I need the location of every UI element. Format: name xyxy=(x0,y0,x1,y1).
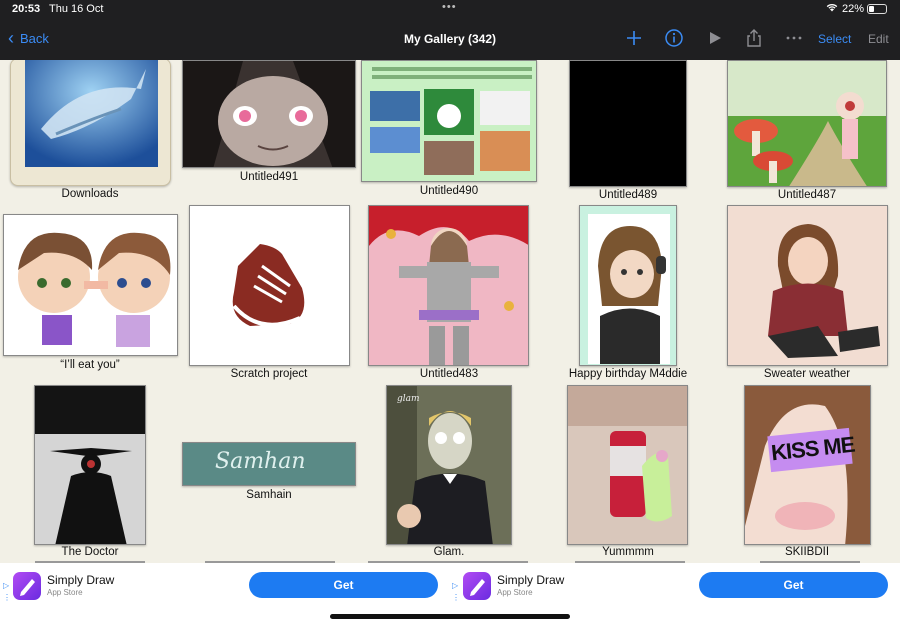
artwork-thumbnail xyxy=(727,205,888,366)
ad-choices-icon[interactable]: ▷ xyxy=(452,581,458,590)
artwork-thumbnail xyxy=(182,60,356,168)
artwork-thumbnail xyxy=(361,60,537,182)
back-label: Back xyxy=(20,31,49,46)
item-title: The Doctor xyxy=(61,546,119,558)
share-icon[interactable] xyxy=(744,28,764,48)
chevron-left-icon: ‹ xyxy=(8,28,14,48)
top-bar: 20:53 Thu 16 Oct ••• 22% ‹ Back My Galle… xyxy=(0,0,900,60)
ad-get-button[interactable]: Get xyxy=(249,572,438,598)
artwork-thumbnail xyxy=(567,385,688,545)
artwork-thumbnail xyxy=(368,205,529,366)
item-title: Sweater weather xyxy=(763,368,851,380)
ad-app-name[interactable]: Simply Draw xyxy=(47,573,114,587)
item-title: Downloads xyxy=(61,188,119,200)
folder-thumbnail xyxy=(10,60,171,186)
artwork-thumbnail xyxy=(3,214,178,356)
artwork-thumbnail xyxy=(579,205,677,366)
multitasking-dots[interactable]: ••• xyxy=(442,1,457,13)
item-title: Untitled487 xyxy=(777,189,837,201)
simply-draw-app-icon[interactable] xyxy=(13,572,41,600)
ad-choices-icon[interactable]: ▷ xyxy=(3,581,9,590)
page-title: My Gallery (342) xyxy=(403,32,497,46)
ad-store-label: App Store xyxy=(497,588,533,597)
item-title: Scratch project xyxy=(230,368,308,380)
item-title: Untitled489 xyxy=(598,189,658,201)
artwork-text: Samhan xyxy=(215,449,306,474)
item-title: Happy birthday M4ddie xyxy=(568,368,688,380)
item-title: “I’ll eat you” xyxy=(60,359,120,371)
artwork-thumbnail: KISS ME xyxy=(744,385,871,545)
battery-percent: 22% xyxy=(842,3,865,15)
ad-app-name[interactable]: Simply Draw xyxy=(497,573,564,587)
play-icon[interactable] xyxy=(705,28,725,48)
ad-get-button[interactable]: Get xyxy=(699,572,888,598)
edit-button[interactable]: Edit xyxy=(868,32,889,46)
artwork-thumbnail xyxy=(189,205,350,366)
status-date: Thu 16 Oct xyxy=(49,3,104,15)
item-title: Untitled491 xyxy=(239,171,299,183)
home-indicator[interactable] xyxy=(330,614,570,619)
item-title: Samhain xyxy=(246,489,292,501)
ad-info-dots-icon: ⋮ xyxy=(452,593,460,602)
plus-icon[interactable] xyxy=(624,28,644,48)
back-button[interactable]: ‹ Back xyxy=(8,28,49,48)
artwork-thumbnail: glam xyxy=(386,385,512,545)
artwork-thumbnail: Samhan xyxy=(182,442,356,486)
artwork-thumbnail xyxy=(727,60,887,187)
item-title: Glam. xyxy=(433,546,465,558)
simply-draw-app-icon[interactable] xyxy=(463,572,491,600)
info-icon[interactable] xyxy=(664,28,684,48)
artwork-thumbnail xyxy=(34,385,146,545)
item-title: Untitled483 xyxy=(419,368,479,380)
item-title: SKIIBDII xyxy=(784,546,830,558)
wifi-icon xyxy=(826,2,838,15)
select-button[interactable]: Select xyxy=(818,32,851,46)
gallery-grid: Downloads Untitled491 Untitled490 Untitl… xyxy=(0,60,900,563)
artwork-thumbnail xyxy=(569,60,687,187)
item-title: Untitled490 xyxy=(419,185,479,197)
artwork-text: glam xyxy=(397,394,420,404)
item-title: Yummmm xyxy=(602,546,654,558)
ad-store-label: App Store xyxy=(47,588,83,597)
status-time: 20:53 xyxy=(12,3,41,15)
ad-info-dots-icon: ⋮ xyxy=(3,593,11,602)
battery-icon xyxy=(867,4,887,14)
more-icon[interactable] xyxy=(784,28,804,48)
fish-artwork xyxy=(25,60,158,167)
